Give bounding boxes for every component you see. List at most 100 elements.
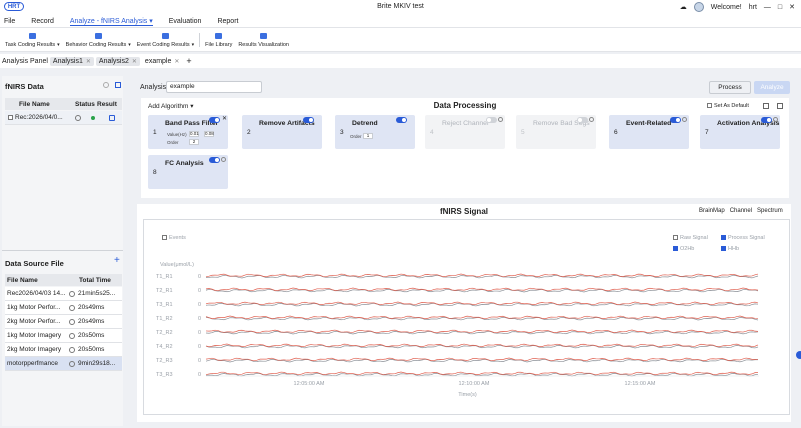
menu-record[interactable]: Record (31, 18, 54, 25)
process-button[interactable]: Process (709, 81, 751, 94)
col-file-name: File Name (19, 100, 50, 108)
col-file-name: File Name (7, 276, 38, 284)
analyze-button[interactable]: Analyze (754, 81, 790, 94)
cloud-icon[interactable]: ☁ (680, 3, 687, 11)
add-source-button[interactable]: + (114, 255, 120, 266)
menu-report[interactable]: Report (217, 18, 238, 25)
event-coding-results-button[interactable]: Event Coding Results ▾ (134, 33, 197, 51)
x-tick-label: 12:10:00 AM (459, 381, 490, 387)
data-processing-title: Data Processing (433, 101, 497, 110)
menu-evaluation[interactable]: Evaluation (169, 18, 202, 25)
gear-icon (221, 157, 226, 162)
analysis-label: Analysis (140, 84, 167, 91)
add-tab-button[interactable]: + (186, 56, 191, 66)
algorithm-card-remove-artifacts[interactable]: 2 Remove Artifacts (242, 115, 322, 149)
menu-file[interactable]: File (4, 18, 15, 25)
list-item[interactable]: 1kg Motor Imagery 20s50ms (5, 329, 122, 343)
clock-icon (69, 304, 75, 311)
username: hrt (748, 3, 757, 11)
algorithm-card-remove-bad-segs[interactable]: 5 Remove Bad Segs (516, 115, 596, 149)
list-item[interactable]: Rec2026/04/03 14... 21min5s25... (5, 287, 122, 301)
clock-icon (69, 332, 75, 339)
algorithm-card-reject-channel[interactable]: 4 Reject Channel (425, 115, 505, 149)
gear-icon (589, 117, 594, 122)
analysis-name-input[interactable]: example (166, 81, 262, 93)
signal-title: fNIRS Signal (439, 207, 488, 216)
algorithm-card-fc-analysis[interactable]: 8 FC Analysis (148, 155, 228, 189)
source-list: Rec2026/04/03 14... 21min5s25... 1kg Moto… (5, 287, 122, 371)
tab-example[interactable]: example ✕ (141, 56, 183, 66)
toggle-switch[interactable] (209, 117, 220, 123)
eye-icon (260, 33, 268, 39)
export-icon[interactable] (763, 103, 769, 109)
maximize-button[interactable]: □ (778, 4, 782, 11)
result-icon[interactable] (109, 114, 115, 121)
close-icon: ✕ (85, 58, 91, 65)
col-result: Result (97, 100, 117, 108)
avatar[interactable] (693, 2, 704, 12)
fnirs-table-header: File Name Status Result (5, 98, 122, 110)
channel-label: T3_R1 (156, 302, 173, 308)
toggle-switch[interactable] (577, 117, 588, 123)
share-icon[interactable] (777, 103, 783, 109)
signal-chart: T1_R1 0 T2_R1 0 T3_R1 0 T1_R2 0 T2_R2 0 T4_R2 0 T2_R… (156, 273, 759, 387)
status-dot (91, 115, 95, 120)
behavior-coding-results-button[interactable]: Behavior Coding Results ▾ (63, 33, 134, 51)
channel-label: T3_R3 (156, 372, 173, 378)
source-table-header: File Name Total Time (5, 274, 122, 286)
order-input[interactable]: 1 (363, 133, 373, 139)
list-item[interactable]: 2kg Motor Imagery 20s50ms (5, 343, 122, 357)
order-input[interactable]: 2 (189, 139, 199, 145)
channel-label: T2_R3 (156, 358, 173, 364)
channel-label: T2_R2 (156, 330, 173, 336)
toggle-switch[interactable] (209, 157, 220, 163)
x-tick-label: 12:05:00 AM (294, 381, 325, 387)
file-library-button[interactable]: File Library (202, 33, 235, 51)
algorithm-card-band-pass[interactable]: 1 Band Pass Filter ✕ Value(Hz) 0.01 0.08… (148, 115, 228, 149)
toggle-switch[interactable] (396, 117, 407, 123)
clock-icon (69, 346, 75, 353)
tab-analysis1[interactable]: Analysis1 ✕ (49, 56, 94, 66)
export-icon[interactable] (115, 82, 121, 88)
tab-spectrum[interactable]: Spectrum (757, 208, 783, 214)
title-bar: HRT Brite MKIV test ☁ Welcome! hrt — □ ✕ (0, 0, 801, 15)
row-checkbox[interactable] (8, 115, 13, 120)
zero-tick-label: 0 (198, 274, 201, 280)
tab-channel[interactable]: Channel (730, 208, 752, 214)
task-coding-results-button[interactable]: Task Coding Results ▾ (2, 33, 63, 51)
close-button[interactable]: ✕ (789, 3, 795, 11)
set-default-checkbox[interactable]: Set As Default (707, 103, 749, 109)
zero-tick-label: 0 (198, 344, 201, 350)
clock-icon (75, 114, 81, 121)
toolbar-divider (199, 33, 201, 47)
toggle-switch[interactable] (303, 117, 314, 123)
toggle-switch[interactable] (761, 117, 772, 123)
zero-tick-label: 0 (198, 358, 201, 364)
menu-analyze[interactable]: Analyze - fNIRS Analysis ▾ (69, 17, 153, 26)
row-file-name: Rec:2026/04/0... (15, 114, 63, 121)
behavior-icon (94, 33, 102, 39)
tab-brainmap[interactable]: BrainMap (699, 208, 725, 214)
channel-label: T4_R2 (156, 344, 173, 350)
list-item[interactable]: 2kg Motor Perfor... 20s49ms (5, 315, 122, 329)
algorithm-card-detrend[interactable]: 3 Detrend Order 1 (335, 115, 415, 149)
fnirs-data-title: fNIRS Data (5, 82, 44, 91)
algorithm-card-activation[interactable]: 7 Activation Analysis (700, 115, 780, 149)
gear-icon (498, 117, 503, 122)
close-icon[interactable]: ✕ (222, 115, 227, 122)
minimize-button[interactable]: — (764, 4, 771, 11)
list-item[interactable]: 1kg Motor Perfor... 20s49ms (5, 301, 122, 315)
table-row[interactable]: Rec:2026/04/0... (5, 111, 122, 125)
low-freq-input[interactable]: 0.01 (189, 131, 199, 137)
toggle-switch[interactable] (670, 117, 681, 123)
algorithm-card-event-related[interactable]: 6 Event-Related (609, 115, 689, 149)
results-visualization-button[interactable]: Results Visualization (235, 33, 292, 51)
list-item[interactable]: motorpperfmance 9min29s18... (5, 357, 122, 371)
high-freq-input[interactable]: 0.08 (204, 131, 214, 137)
toggle-switch[interactable] (486, 117, 497, 123)
task-icon (28, 33, 36, 39)
col-status: Status (75, 100, 95, 108)
tab-analysis2[interactable]: Analysis2 ✕ (95, 56, 140, 66)
floating-assistant-button[interactable] (796, 351, 801, 359)
refresh-icon[interactable] (103, 82, 109, 88)
